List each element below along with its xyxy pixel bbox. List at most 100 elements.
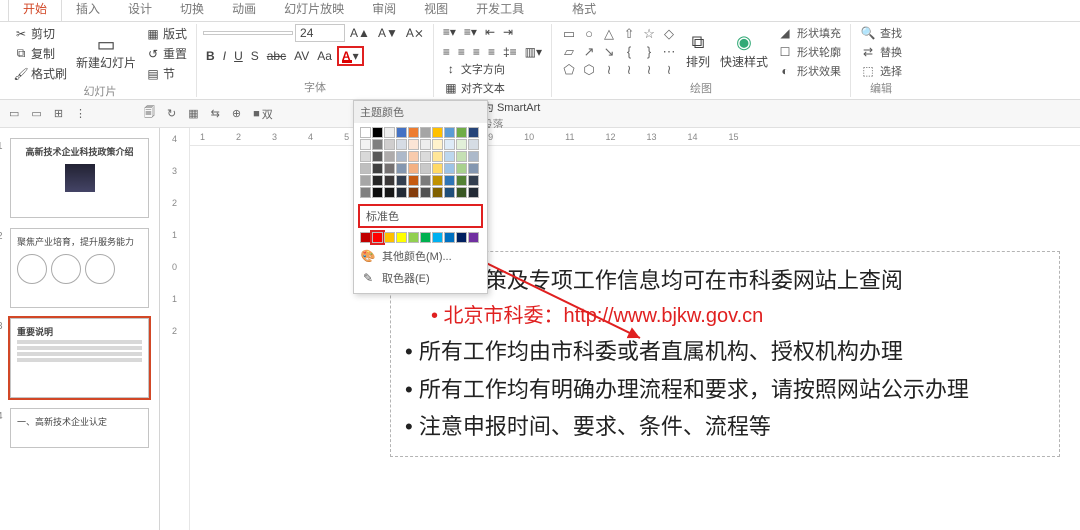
find-icon: 🔍: [860, 25, 876, 41]
eyedropper-icon: ✎: [360, 270, 376, 286]
bullet-4: • 注意申报时间、要求、条件、流程等: [405, 408, 1045, 445]
ribbon: ✂剪切 ⧉复制 🖌格式刷 ▭ 新建幻灯片 ▦版式 ↺重置 ▤节 幻灯片 24 A…: [0, 22, 1080, 100]
shape-fill-button[interactable]: ◢形状填充: [774, 24, 844, 42]
vertical-ruler: 4321012: [160, 128, 190, 530]
layout-button[interactable]: ▦版式: [142, 24, 190, 43]
align-text-button[interactable]: ▦对齐文本: [440, 79, 545, 97]
replace-icon: ⇄: [860, 44, 876, 60]
select-button[interactable]: ⬚选择: [857, 62, 905, 80]
font-size-select[interactable]: 24: [295, 24, 345, 42]
reset-label: 重置: [163, 45, 187, 62]
slide-canvas[interactable]: 123456789101112131415 说明 • 所有政策及专项工作信息均可…: [190, 128, 1080, 530]
qat-item[interactable]: ▭: [6, 106, 22, 121]
align-center-button[interactable]: ≡: [455, 44, 468, 60]
italic-button[interactable]: I: [220, 48, 229, 64]
group-editing-label: 编辑: [857, 80, 905, 98]
arrange-button[interactable]: ⧉排列: [682, 33, 714, 72]
red-swatch[interactable]: [372, 232, 383, 243]
shape-outline-button[interactable]: ☐形状轮廓: [774, 43, 844, 61]
qat-item[interactable]: ⇆: [208, 106, 223, 121]
tab-developer[interactable]: 开发工具: [462, 0, 538, 21]
qat-item[interactable]: ↻: [164, 106, 179, 121]
tab-animation[interactable]: 动画: [218, 0, 270, 21]
arrange-icon: ⧉: [690, 35, 706, 51]
outline-icon: ☐: [777, 44, 793, 60]
qat-item[interactable]: ⋮: [72, 106, 89, 121]
section-button[interactable]: ▤节: [142, 64, 190, 83]
font-color-popup: 主题颜色 标准色 🎨其他颜色(M)... ✎取色器(E): [353, 100, 488, 294]
bold-button[interactable]: B: [203, 48, 218, 64]
qat-item[interactable]: ■ 双: [250, 105, 276, 123]
select-icon: ⬚: [860, 63, 876, 79]
numbering-button[interactable]: ≡▾: [461, 24, 480, 40]
tab-review[interactable]: 审阅: [358, 0, 410, 21]
spacing-button[interactable]: AV: [291, 48, 312, 64]
bullets-button[interactable]: ≡▾: [440, 24, 459, 40]
tab-design[interactable]: 设计: [114, 0, 166, 21]
indent-inc-button[interactable]: ⇥: [500, 24, 516, 40]
linespacing-button[interactable]: ‡≡: [500, 44, 520, 60]
slide-title[interactable]: 说明: [390, 178, 1080, 227]
thumb-2[interactable]: 2 聚焦产业培育，提升服务能力: [10, 228, 149, 308]
group-font-label: 字体: [203, 79, 427, 97]
font-name-select[interactable]: [203, 31, 293, 35]
align-left-button[interactable]: ≡: [440, 44, 453, 60]
slide-thumbnails[interactable]: 1 高新技术企业科技政策介绍 2 聚焦产业培育，提升服务能力 3 重要说明 4 …: [0, 128, 160, 530]
align-right-button[interactable]: ≡: [470, 44, 483, 60]
theme-colors-header: 主题颜色: [354, 101, 487, 123]
tab-format[interactable]: 格式: [558, 0, 610, 21]
font-color-button[interactable]: A ▾: [337, 46, 364, 66]
eyedropper-item[interactable]: ✎取色器(E): [354, 267, 487, 289]
shapes-gallery[interactable]: ▭○△⇧☆◇ ▱↗↘{}⋯ ⬠⬡≀≀≀≀: [558, 24, 680, 80]
shrink-font-button[interactable]: A▼: [375, 25, 401, 41]
scissors-icon: ✂: [13, 26, 29, 42]
underline-button[interactable]: U: [231, 48, 246, 64]
copy-button[interactable]: ⧉复制: [10, 44, 70, 63]
section-icon: ▤: [145, 66, 161, 82]
shadow-button[interactable]: S: [248, 48, 262, 64]
more-colors-item[interactable]: 🎨其他颜色(M)...: [354, 245, 487, 267]
case-button[interactable]: Aa: [314, 48, 335, 64]
columns-button[interactable]: ▥▾: [522, 44, 545, 60]
text-direction-button[interactable]: ↕文字方向: [440, 60, 545, 78]
tab-transition[interactable]: 切换: [166, 0, 218, 21]
clear-format-button[interactable]: A⨯: [403, 25, 427, 41]
cut-button[interactable]: ✂剪切: [10, 24, 70, 43]
standard-colors-header: 标准色: [358, 204, 483, 228]
indent-dec-button[interactable]: ⇤: [482, 24, 498, 40]
tab-slideshow[interactable]: 幻灯片放映: [270, 0, 358, 21]
layout-icon: ▦: [145, 26, 161, 42]
thumb-3[interactable]: 3 重要说明: [10, 318, 149, 398]
theme-color-grid[interactable]: [354, 123, 487, 202]
copy-icon: ⧉: [13, 46, 29, 62]
thumb-4[interactable]: 4 一、高新技术企业认定: [10, 408, 149, 448]
bullet-3: • 所有工作均有明确办理流程和要求，请按照网站公示办理: [405, 371, 1045, 408]
grow-font-button[interactable]: A▲: [347, 25, 373, 41]
qat-item[interactable]: ▦: [185, 106, 201, 121]
shape-effects-button[interactable]: ◐形状效果: [774, 62, 844, 80]
reset-button[interactable]: ↺重置: [142, 44, 190, 63]
qat-item[interactable]: ⊕: [229, 106, 244, 121]
effects-icon: ◐: [777, 63, 793, 79]
qat-item[interactable]: ▭: [28, 106, 44, 121]
format-painter-button[interactable]: 🖌格式刷: [10, 64, 70, 83]
quickstyle-button[interactable]: ◉快速样式: [716, 33, 772, 72]
cut-label: 剪切: [31, 25, 55, 42]
standard-color-row[interactable]: [354, 230, 487, 245]
group-editing: 🔍查找 ⇄替换 ⬚选择 编辑: [851, 24, 911, 97]
tab-home[interactable]: 开始: [8, 0, 62, 21]
replace-button[interactable]: ⇄替换: [857, 43, 905, 61]
new-slide-button[interactable]: ▭ 新建幻灯片: [72, 34, 140, 73]
qat-item[interactable]: ⊞: [51, 106, 66, 121]
tab-insert[interactable]: 插入: [62, 0, 114, 21]
horizontal-ruler: 123456789101112131415: [190, 128, 1080, 146]
strike-button[interactable]: abc: [264, 48, 289, 64]
bullet-1: • 所有政策及专项工作信息均可在市科委网站上查阅: [405, 262, 1045, 299]
tab-view[interactable]: 视图: [410, 0, 462, 21]
qat-item[interactable]: 🗐: [141, 103, 158, 124]
find-button[interactable]: 🔍查找: [857, 24, 905, 42]
slide-body[interactable]: • 所有政策及专项工作信息均可在市科委网站上查阅 • 北京市科委：http://…: [390, 251, 1060, 457]
new-slide-icon: ▭: [98, 36, 114, 52]
thumb-1[interactable]: 1 高新技术企业科技政策介绍: [10, 138, 149, 218]
justify-button[interactable]: ≡: [485, 44, 498, 60]
